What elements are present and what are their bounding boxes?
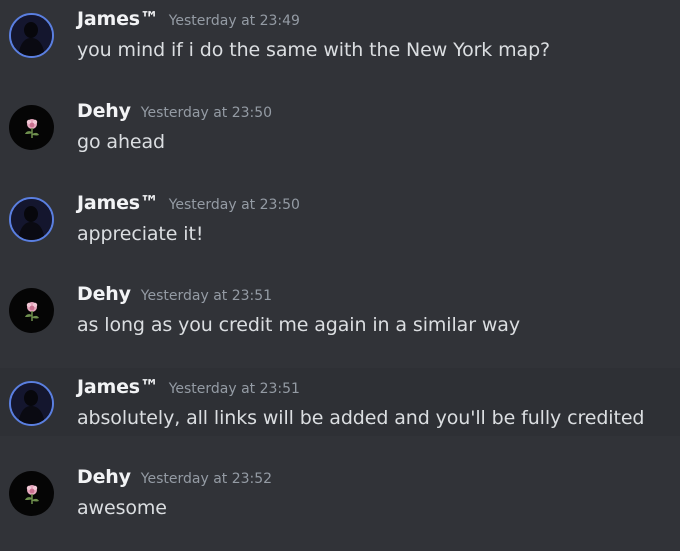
message-header: James™ Yesterday at 23:51 [77,376,300,398]
username[interactable]: James™ [77,192,159,214]
username[interactable]: Dehy [77,100,131,122]
message-header: Dehy Yesterday at 23:51 [77,283,272,305]
timestamp: Yesterday at 23:49 [168,13,300,29]
timestamp: Yesterday at 23:51 [168,381,300,397]
rose-icon [24,484,39,504]
timestamp: Yesterday at 23:50 [140,105,273,121]
username[interactable]: Dehy [77,466,131,488]
message-header: James™ Yesterday at 23:49 [77,8,300,30]
message-text: appreciate it! [77,223,204,245]
message-text: as long as you credit me again in a simi… [77,314,520,336]
message-item[interactable]: James™ Yesterday at 23:50 appreciate it! [0,184,680,252]
dark-portrait-avatar-icon [11,199,52,240]
message-text: awesome [77,497,167,519]
message-header: Dehy Yesterday at 23:52 [77,466,272,488]
message-item[interactable]: Dehy Yesterday at 23:52 awesome [0,458,680,526]
rose-icon [24,301,39,321]
message-text: go ahead [77,131,166,153]
message-header: James™ Yesterday at 23:50 [77,192,300,214]
message-text: you mind if i do the same with the New Y… [77,39,551,61]
user-avatar[interactable] [9,471,54,516]
message-item[interactable]: Dehy Yesterday at 23:51 as long as you c… [0,275,680,343]
user-avatar[interactable] [9,197,54,242]
chat-message-list: James™ Yesterday at 23:49 you mind if i … [0,0,680,551]
timestamp: Yesterday at 23:51 [140,288,273,304]
user-avatar[interactable] [9,105,54,150]
timestamp: Yesterday at 23:52 [140,471,273,487]
username[interactable]: Dehy [77,283,131,305]
message-text: absolutely, all links will be added and … [77,407,645,429]
dark-portrait-avatar-icon [11,15,52,56]
user-avatar[interactable] [9,288,54,333]
user-avatar[interactable] [9,381,54,426]
timestamp: Yesterday at 23:50 [168,197,300,213]
message-item[interactable]: James™ Yesterday at 23:49 you mind if i … [0,0,680,68]
message-item[interactable]: Dehy Yesterday at 23:50 go ahead [0,92,680,160]
dark-portrait-avatar-icon [11,383,52,424]
message-header: Dehy Yesterday at 23:50 [77,100,272,122]
user-avatar[interactable] [9,13,54,58]
message-item[interactable]: James™ Yesterday at 23:51 absolutely, al… [0,368,680,436]
username[interactable]: James™ [77,376,159,398]
username[interactable]: James™ [77,8,159,30]
rose-icon [24,118,39,138]
